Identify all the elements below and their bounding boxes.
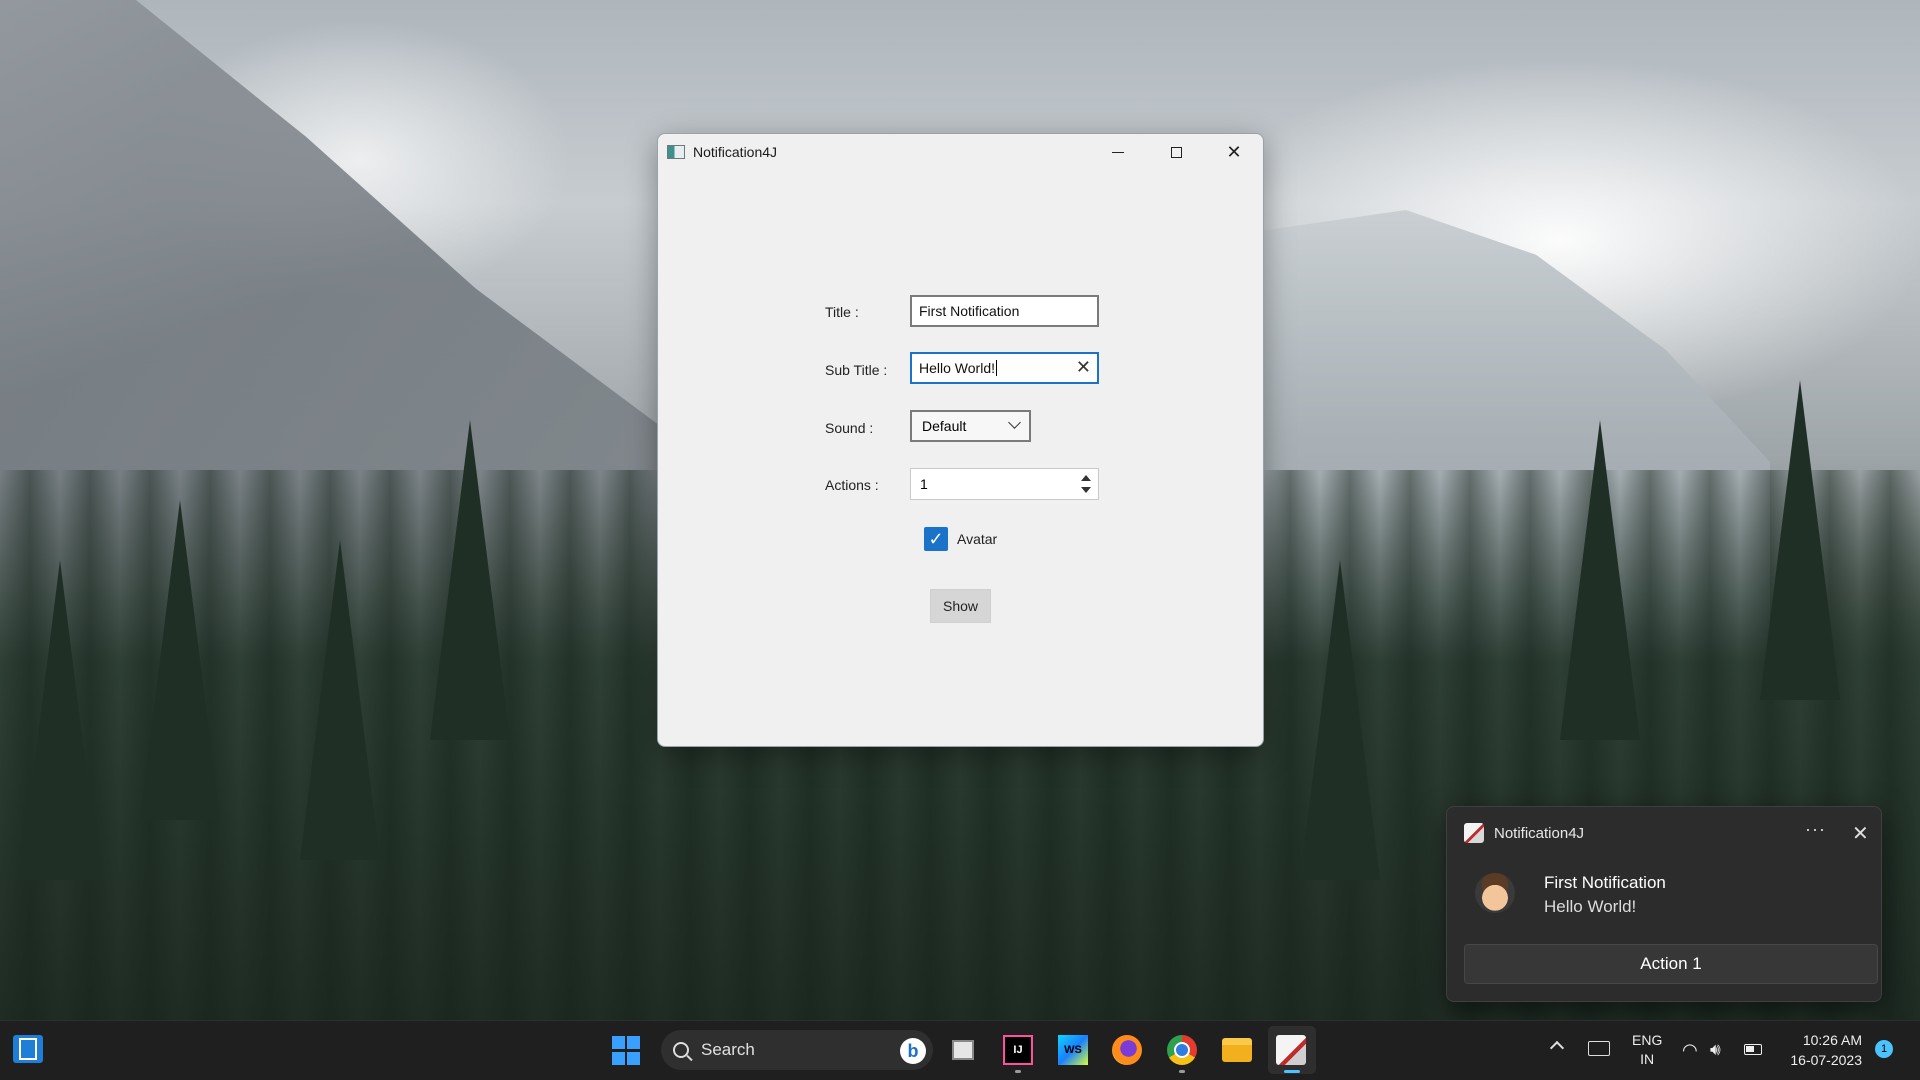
chevron-down-icon xyxy=(1008,416,1021,429)
wallpaper-tree xyxy=(1300,560,1380,880)
decrement-arrow-icon[interactable] xyxy=(1081,487,1091,493)
close-button[interactable]: ✕ xyxy=(1205,134,1263,170)
clock-date: 16-07-2023 xyxy=(1790,1052,1862,1068)
avatar-checkbox[interactable]: ✓ xyxy=(924,527,948,551)
notification-badge[interactable]: 1 xyxy=(1875,1040,1893,1058)
wallpaper-tree xyxy=(1760,380,1840,700)
app-icon xyxy=(667,145,685,159)
text-caret xyxy=(996,360,997,376)
wallpaper-tree xyxy=(430,420,510,740)
sound-select[interactable]: Default xyxy=(910,410,1031,442)
subtitle-label: Sub Title : xyxy=(825,362,888,378)
windows-logo-tile xyxy=(627,1051,640,1065)
close-icon: ✕ xyxy=(1226,142,1242,162)
windows-logo-tile xyxy=(612,1051,625,1065)
toast-notification[interactable]: Notification4J ··· ✕ First Notification … xyxy=(1446,806,1882,1002)
chrome-icon[interactable] xyxy=(1167,1035,1197,1065)
subtitle-input-value: Hello World! xyxy=(919,360,995,376)
more-options-icon[interactable]: ··· xyxy=(1805,819,1826,840)
running-indicator xyxy=(1179,1070,1185,1073)
title-bar[interactable]: Notification4J ✕ xyxy=(658,134,1263,170)
avatar-checkbox-label[interactable]: Avatar xyxy=(957,531,997,547)
sound-label: Sound : xyxy=(825,420,874,436)
windows-logo-tile xyxy=(627,1035,640,1049)
language-indicator[interactable]: ENG IN xyxy=(1632,1031,1662,1069)
clock[interactable]: 10:26 AM 16-07-2023 xyxy=(1776,1030,1862,1070)
intellij-icon[interactable]: IJ xyxy=(1003,1035,1033,1065)
active-running-indicator xyxy=(1284,1070,1300,1073)
wallpaper-tree xyxy=(140,500,220,820)
title-label: Title : xyxy=(825,304,859,320)
search-placeholder: Search xyxy=(701,1040,755,1059)
minimize-button[interactable] xyxy=(1089,134,1147,170)
title-input[interactable]: First Notification xyxy=(910,295,1099,327)
wallpaper-tree xyxy=(20,560,100,880)
notification-close-icon[interactable]: ✕ xyxy=(1852,821,1869,846)
bing-icon[interactable]: b xyxy=(900,1038,926,1064)
language-code: ENG xyxy=(1632,1032,1663,1048)
wifi-icon[interactable]: ◠ xyxy=(1682,1040,1698,1061)
increment-arrow-icon[interactable] xyxy=(1081,475,1091,481)
widgets-icon[interactable] xyxy=(13,1035,43,1063)
start-button[interactable] xyxy=(611,1035,641,1065)
java-app-icon[interactable] xyxy=(1276,1035,1306,1065)
subtitle-input[interactable]: Hello World! ✕ xyxy=(910,352,1099,384)
webstorm-icon[interactable]: WS xyxy=(1058,1035,1088,1065)
clock-time: 10:26 AM xyxy=(1802,1032,1862,1048)
maximize-button[interactable] xyxy=(1147,134,1205,170)
wallpaper-tree xyxy=(1560,420,1640,740)
task-view-icon[interactable] xyxy=(948,1035,978,1065)
running-indicator xyxy=(1015,1070,1021,1073)
show-button[interactable]: Show xyxy=(930,589,991,623)
battery-icon[interactable] xyxy=(1744,1044,1762,1055)
clear-text-icon[interactable]: ✕ xyxy=(1076,357,1091,378)
keyboard-icon[interactable] xyxy=(1588,1041,1610,1056)
notification-action-button[interactable]: Action 1 xyxy=(1464,944,1878,984)
region-code: IN xyxy=(1640,1051,1655,1067)
maximize-icon xyxy=(1170,146,1182,158)
actions-stepper-value: 1 xyxy=(920,476,928,492)
notification-title: First Notification xyxy=(1544,873,1666,892)
taskbar-search[interactable]: Search xyxy=(661,1030,933,1070)
title-input-value: First Notification xyxy=(919,303,1020,319)
volume-icon[interactable]: 🔊︎ xyxy=(1710,1040,1721,1060)
wallpaper-tree xyxy=(300,540,380,860)
checkmark-icon: ✓ xyxy=(928,528,944,549)
actions-label: Actions : xyxy=(825,477,879,493)
notification-body: Hello World! xyxy=(1544,897,1637,916)
search-icon xyxy=(673,1042,689,1058)
sound-select-value: Default xyxy=(922,418,967,434)
minimize-icon xyxy=(1112,151,1124,153)
avatar xyxy=(1475,873,1515,913)
windows-logo-tile xyxy=(612,1035,625,1049)
file-explorer-icon[interactable] xyxy=(1222,1038,1252,1062)
app-window: Notification4J ✕ Title : First Notificat… xyxy=(657,133,1264,747)
window-title: Notification4J xyxy=(693,144,778,160)
actions-stepper[interactable]: 1 xyxy=(910,468,1099,500)
firefox-icon[interactable] xyxy=(1112,1035,1142,1065)
notification-app-icon xyxy=(1464,823,1484,843)
notification-app-name: Notification4J xyxy=(1494,825,1585,842)
